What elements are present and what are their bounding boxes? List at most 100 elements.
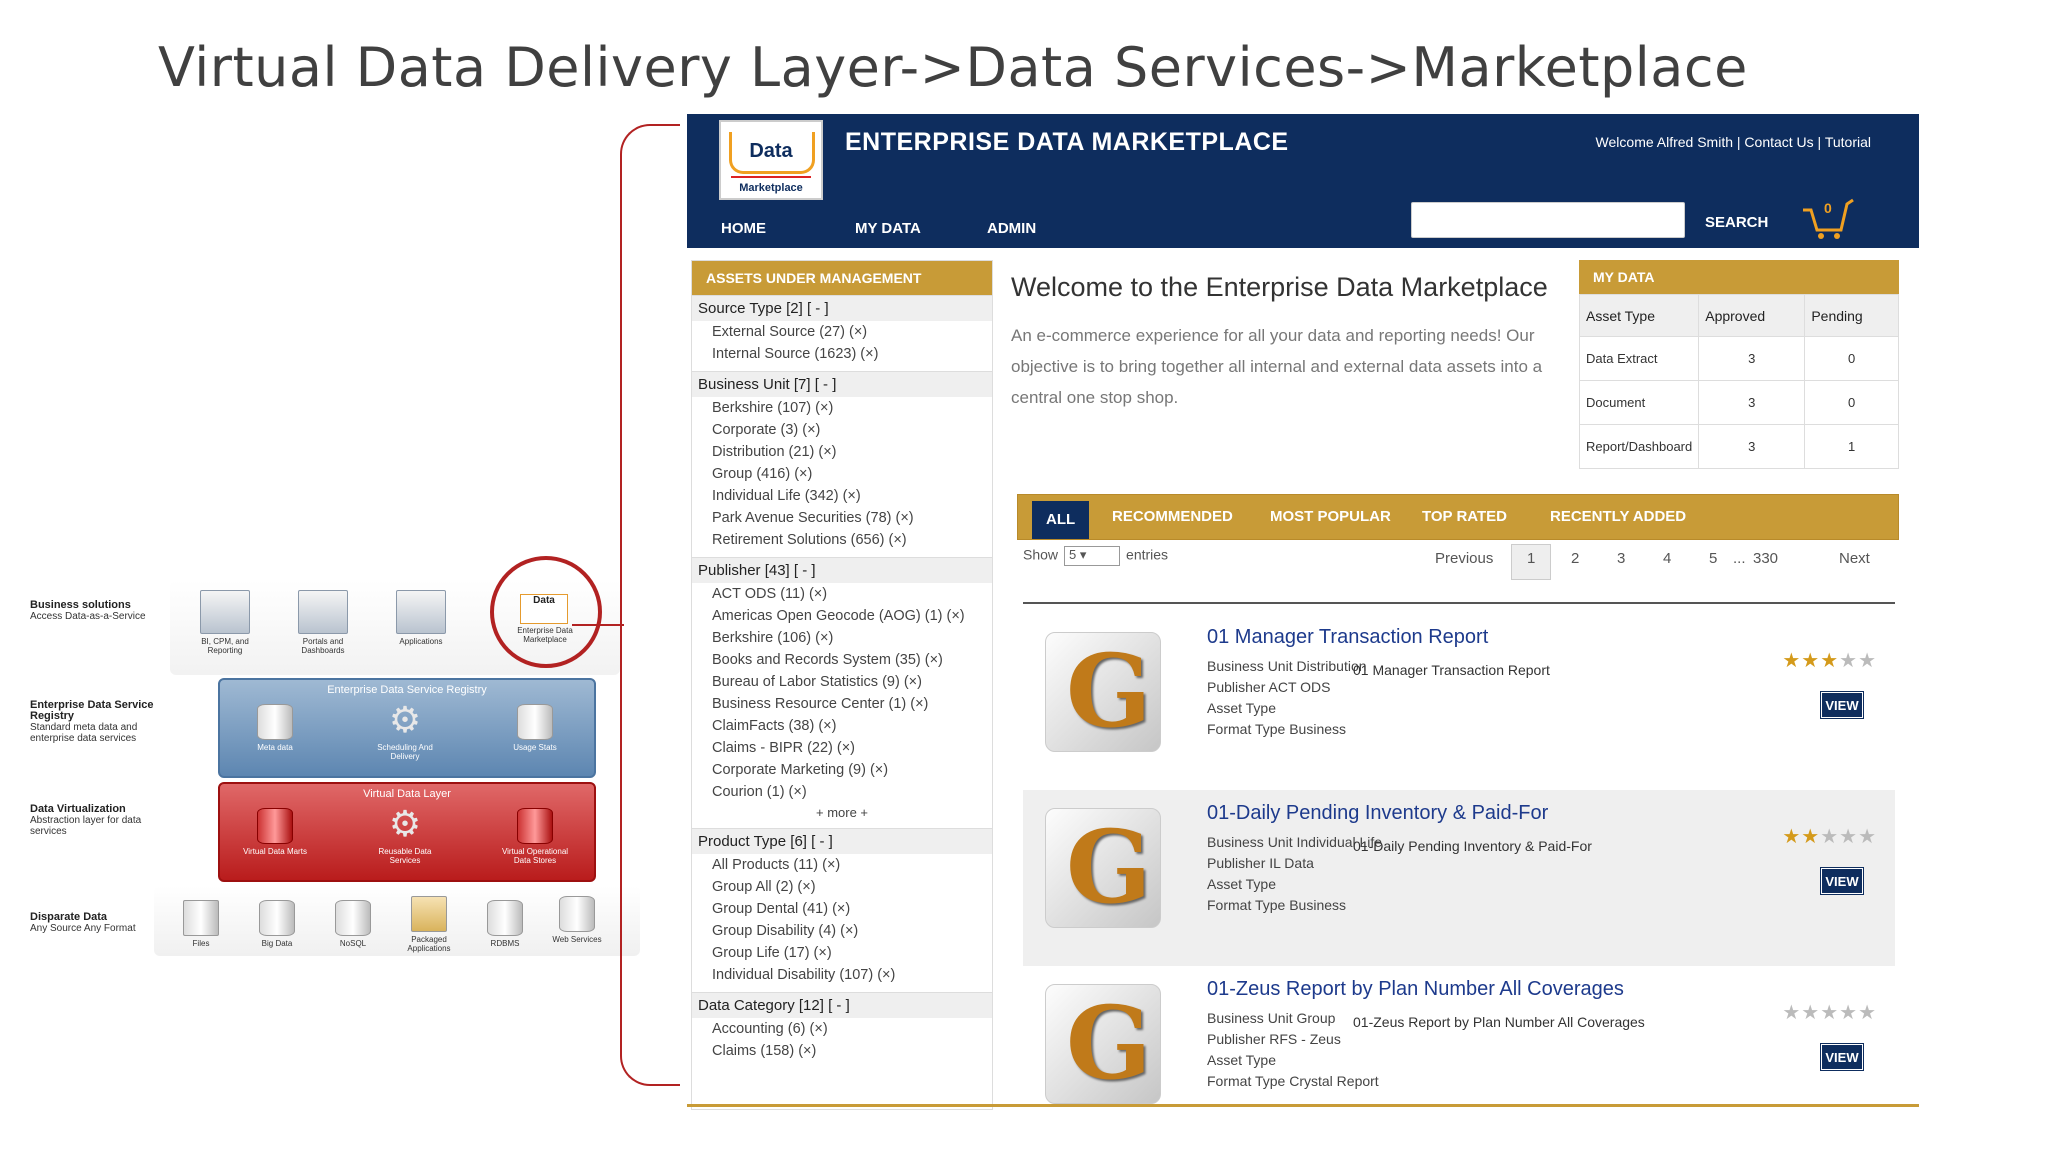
tab-recently-added[interactable]: RECENTLY ADDED bbox=[1550, 495, 1686, 539]
facet-item[interactable]: ACT ODS (11) (×) bbox=[692, 583, 992, 605]
tab-all[interactable]: ALL bbox=[1032, 501, 1090, 539]
star-icon: ★ bbox=[1801, 826, 1821, 848]
view-button[interactable]: VIEW bbox=[1820, 867, 1864, 895]
result-title[interactable]: 01-Zeus Report by Plan Number All Covera… bbox=[1207, 978, 1624, 1001]
facet-item[interactable]: Bureau of Labor Statistics (9) (×) bbox=[692, 671, 992, 693]
format-type-label: Format Type bbox=[1207, 721, 1286, 737]
facet-group-title[interactable]: Business Unit [7] [ - ] bbox=[692, 371, 992, 397]
facet-item[interactable]: Americas Open Geocode (AOG) (1) (×) bbox=[692, 605, 992, 627]
g-logo-icon: G bbox=[1066, 632, 1152, 750]
usage-stats-icon: Usage Stats bbox=[500, 704, 570, 752]
facet-item[interactable]: Courion (1) (×) bbox=[692, 781, 992, 803]
entries-select[interactable]: 5 ▾ bbox=[1064, 546, 1121, 566]
star-rating[interactable]: ★★★★★ bbox=[1782, 824, 1877, 849]
facet-item[interactable]: Berkshire (106) (×) bbox=[692, 627, 992, 649]
result-thumbnail[interactable]: G bbox=[1045, 984, 1161, 1104]
facet-item[interactable]: Claims - BIPR (22) (×) bbox=[692, 737, 992, 759]
table-row[interactable]: Report/Dashboard 3 1 bbox=[1578, 424, 1899, 469]
facet-item[interactable]: Corporate Marketing (9) (×) bbox=[692, 759, 992, 781]
pager-page-2[interactable]: 2 bbox=[1571, 550, 1579, 567]
facet-item[interactable]: Accounting (6) (×) bbox=[692, 1018, 992, 1040]
marketplace-logo[interactable]: Data Marketplace bbox=[719, 120, 823, 200]
facet-item[interactable]: Business Resource Center (1) (×) bbox=[692, 693, 992, 715]
result-meta: Business Unit Distribution Publisher ACT … bbox=[1207, 656, 1367, 740]
app-header: Data Marketplace ENTERPRISE DATA MARKETP… bbox=[687, 114, 1919, 248]
star-rating[interactable]: ★★★★★ bbox=[1782, 648, 1877, 673]
pager-page-last[interactable]: 330 bbox=[1753, 550, 1778, 567]
view-button[interactable]: VIEW bbox=[1820, 691, 1864, 719]
pager-page-1[interactable]: 1 bbox=[1527, 550, 1535, 567]
g-logo-icon: G bbox=[1066, 984, 1152, 1102]
facet-group-title[interactable]: Product Type [6] [ - ] bbox=[692, 828, 992, 854]
tab-most-popular[interactable]: MOST POPULAR bbox=[1270, 495, 1391, 539]
star-icon: ★ bbox=[1820, 1002, 1840, 1024]
facet-more-link[interactable]: + more + bbox=[692, 803, 992, 822]
facet-item[interactable]: Books and Records System (35) (×) bbox=[692, 649, 992, 671]
pager-next[interactable]: Next bbox=[1839, 550, 1870, 567]
facet-item[interactable]: Park Avenue Securities (78) (×) bbox=[692, 507, 992, 529]
pager-page-5[interactable]: 5 bbox=[1709, 550, 1717, 567]
format-type-value: Crystal Report bbox=[1289, 1073, 1379, 1089]
facet-sidebar: ASSETS UNDER MANAGEMENT Source Type [2] … bbox=[691, 260, 993, 1110]
facet-group: Source Type [2] [ - ] External Source (27… bbox=[692, 295, 992, 365]
pending-cell: 0 bbox=[1804, 336, 1899, 381]
facet-item[interactable]: Internal Source (1623) (×) bbox=[692, 343, 992, 365]
table-row[interactable]: Document 3 0 bbox=[1578, 380, 1899, 425]
facet-item[interactable]: Corporate (3) (×) bbox=[692, 419, 992, 441]
table-row[interactable]: Data Extract 3 0 bbox=[1578, 336, 1899, 381]
approved-cell: 3 bbox=[1698, 380, 1806, 425]
result-thumbnail[interactable]: G bbox=[1045, 632, 1161, 752]
star-rating[interactable]: ★★★★★ bbox=[1782, 1000, 1877, 1025]
g-logo-icon: G bbox=[1066, 808, 1152, 926]
facet-group-title[interactable]: Source Type [2] [ - ] bbox=[692, 295, 992, 321]
star-icon: ★ bbox=[1858, 826, 1877, 848]
facet-item[interactable]: All Products (11) (×) bbox=[692, 854, 992, 876]
applications-icon: Applications bbox=[386, 590, 456, 646]
search-button[interactable]: SEARCH bbox=[1705, 214, 1768, 231]
facet-group-title[interactable]: Publisher [43] [ - ] bbox=[692, 557, 992, 583]
facet-group: Data Category [12] [ - ] Accounting (6) (… bbox=[692, 992, 992, 1062]
facet-item[interactable]: Distribution (21) (×) bbox=[692, 441, 992, 463]
facet-item[interactable]: Individual Life (342) (×) bbox=[692, 485, 992, 507]
facet-group-title[interactable]: Data Category [12] [ - ] bbox=[692, 992, 992, 1018]
result-description: 01 Manager Transaction Report bbox=[1353, 662, 1550, 678]
star-icon: ★ bbox=[1801, 1002, 1821, 1024]
facet-item[interactable]: Group All (2) (×) bbox=[692, 876, 992, 898]
result-title[interactable]: 01-Daily Pending Inventory & Paid-For bbox=[1207, 802, 1548, 825]
view-button[interactable]: VIEW bbox=[1820, 1043, 1864, 1071]
virtual-data-marts-icon: Virtual Data Marts bbox=[240, 808, 310, 856]
entries-label: entries bbox=[1126, 546, 1169, 563]
top-links[interactable]: Welcome Alfred Smith | Contact Us | Tuto… bbox=[1596, 134, 1871, 150]
facet-item[interactable]: Group Life (17) (×) bbox=[692, 942, 992, 964]
tab-recommended[interactable]: RECOMMENDED bbox=[1112, 495, 1233, 539]
facet-item[interactable]: Group Dental (41) (×) bbox=[692, 898, 992, 920]
result-title[interactable]: 01 Manager Transaction Report bbox=[1207, 626, 1488, 649]
facet-item[interactable]: Group Disability (4) (×) bbox=[692, 920, 992, 942]
pager-previous[interactable]: Previous bbox=[1435, 550, 1493, 567]
nav-admin[interactable]: ADMIN bbox=[987, 220, 1036, 237]
facet-group: Publisher [43] [ - ] ACT ODS (11) (×) Amer… bbox=[692, 557, 992, 822]
marketplace-app: Data Marketplace ENTERPRISE DATA MARKETP… bbox=[687, 114, 1919, 1110]
star-icon: ★ bbox=[1782, 826, 1802, 848]
app-title: ENTERPRISE DATA MARKETPLACE bbox=[845, 128, 1289, 156]
pager-page-3[interactable]: 3 bbox=[1617, 550, 1625, 567]
facet-item[interactable]: Retirement Solutions (656) (×) bbox=[692, 529, 992, 551]
tab-top-rated[interactable]: TOP RATED bbox=[1422, 495, 1507, 539]
pager-page-4[interactable]: 4 bbox=[1663, 550, 1671, 567]
asset-type-label: Asset Type bbox=[1207, 1052, 1277, 1068]
facet-item[interactable]: Berkshire (107) (×) bbox=[692, 397, 992, 419]
facet-item[interactable]: ClaimFacts (38) (×) bbox=[692, 715, 992, 737]
slide-title: Virtual Data Delivery Layer->Data Servic… bbox=[158, 36, 1748, 99]
facet-item[interactable]: Claims (158) (×) bbox=[692, 1040, 992, 1062]
search-input[interactable] bbox=[1411, 202, 1685, 238]
result-item: G 01 Manager Transaction Report Business U… bbox=[1023, 614, 1895, 790]
facet-item[interactable]: External Source (27) (×) bbox=[692, 321, 992, 343]
facet-item[interactable]: Group (416) (×) bbox=[692, 463, 992, 485]
asset-type-cell: Report/Dashboard bbox=[1578, 424, 1700, 469]
nav-my-data[interactable]: MY DATA bbox=[855, 220, 921, 237]
nav-home[interactable]: HOME bbox=[721, 220, 766, 237]
logo-subtext: Marketplace bbox=[739, 182, 803, 194]
facet-item[interactable]: Individual Disability (107) (×) bbox=[692, 964, 992, 986]
result-thumbnail[interactable]: G bbox=[1045, 808, 1161, 928]
logo-cart-icon bbox=[729, 132, 815, 174]
